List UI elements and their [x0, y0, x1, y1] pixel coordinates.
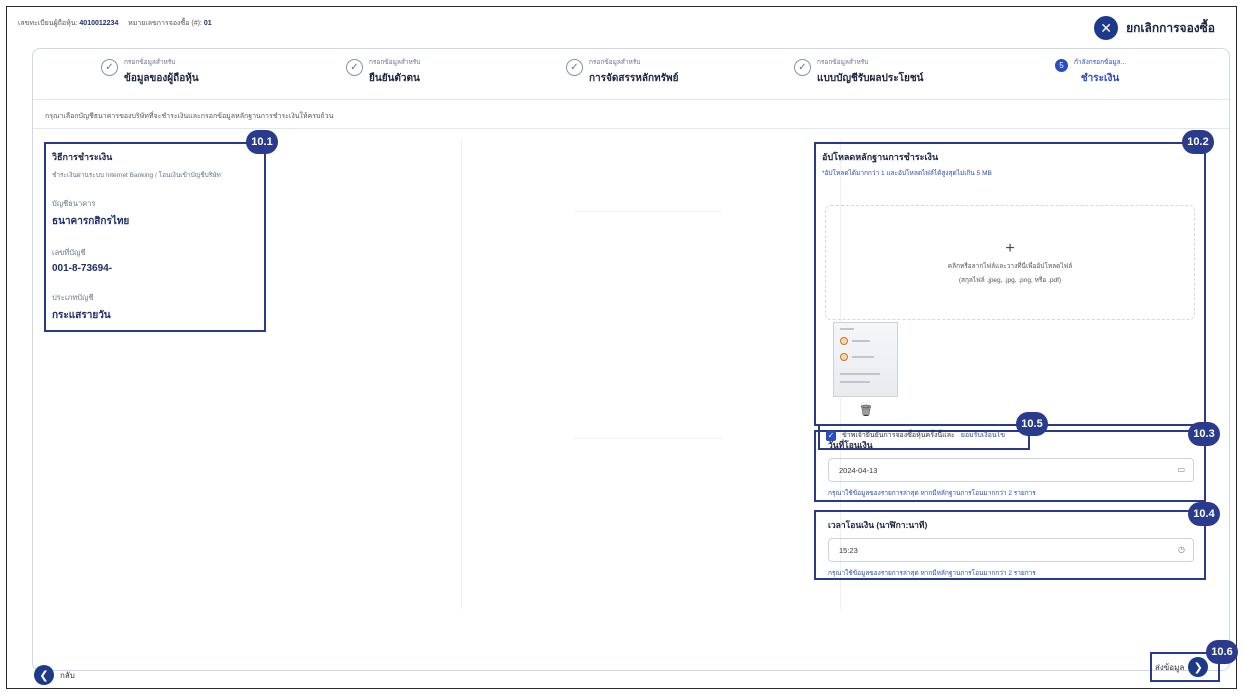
step-title: แบบบัญชีรับผลประโยชน์	[817, 73, 924, 84]
annotation-badge: 10.1	[246, 130, 278, 154]
holder-id-value: 4010012234	[79, 20, 119, 27]
account-number-label: เลขที่บัญชี	[52, 248, 86, 257]
check-circle-icon: ✓	[101, 59, 118, 76]
close-icon: ✕	[1094, 16, 1119, 40]
transfer-time-help: กรุณาใช้ข้อมูลของรายการล่าสุด หากมีหลักฐ…	[828, 570, 1036, 577]
transfer-date-value: 2024-04-13	[839, 465, 878, 475]
thumbnail-line	[852, 340, 870, 342]
clock-icon[interactable]: ◷	[1178, 545, 1185, 554]
payment-method-title: วิธีการชำระเงิน	[52, 152, 113, 162]
step-title: ข้อมูลของผู้ถือหุ้น	[124, 73, 199, 84]
check-circle-icon: ✓	[794, 59, 811, 76]
upload-hint: *อัปโหลดได้มากกว่า 1 และอัปโหลดไฟล์ได้สู…	[822, 170, 992, 177]
step-caption: กำลังกรอกข้อมูล...	[1074, 59, 1127, 66]
chevron-left-icon: ❮	[34, 665, 54, 685]
stepper: ✓ กรอกข้อมูลสำหรับ ข้อมูลของผู้ถือหุ้น ✓…	[33, 49, 1229, 100]
step-title: ยืนยันตัวตน	[369, 73, 420, 84]
annotation-badge: 10.3	[1188, 422, 1220, 446]
consent-checkbox[interactable]: ✓	[826, 430, 836, 441]
transfer-date-help: กรุณาใช้ข้อมูลของรายการล่าสุด หากมีหลักฐ…	[828, 490, 1036, 497]
annotation-badge: 10.2	[1182, 130, 1214, 154]
thumbnail-line	[840, 328, 854, 330]
booking-header-info: เลขทะเบียนผู้ถือหุ้น: 4010012234 หมายเลข…	[18, 18, 212, 29]
plus-icon: +	[1005, 239, 1015, 257]
account-type-value: กระแสรายวัน	[52, 310, 111, 321]
step-allocation[interactable]: ✓ กรอกข้อมูลสำหรับ การจัดสรรหลักทรัพย์	[566, 57, 678, 86]
step-payment[interactable]: 5 กำลังกรอกข้อมูล... ชำระเงิน	[1055, 57, 1126, 86]
file-dropzone[interactable]: + คลิกหรือลากไฟล์และวางที่นี่เพื่ออัปโหล…	[825, 205, 1195, 320]
payment-method-panel: วิธีการชำระเงิน ชำระเงินผ่านระบบ Interne…	[44, 142, 266, 332]
step-identity[interactable]: ✓ กรอกข้อมูลสำหรับ ยืนยันตัวตน	[346, 57, 420, 86]
uploaded-file-thumbnail[interactable]	[833, 322, 898, 397]
holder-id-label: เลขทะเบียนผู้ถือหุ้น:	[18, 20, 78, 27]
thumbnail-icon	[840, 337, 848, 345]
thumbnail-line	[840, 381, 870, 383]
upload-title: อัปโหลดหลักฐานการชำระเงิน	[822, 152, 939, 162]
calendar-icon[interactable]: ▭	[1177, 465, 1185, 474]
thumbnail-line	[852, 356, 874, 358]
annotation-badge: 10.6	[1206, 640, 1238, 664]
consent-checkbox-row[interactable]: ✓ ข้าพเจ้ายืนยันการจองซื้อหุ้นครั้งนี้แล…	[826, 430, 1005, 441]
step-caption: กรอกข้อมูลสำหรับ	[124, 59, 176, 66]
back-button[interactable]: ❮ กลับ	[34, 665, 75, 685]
transfer-date-input[interactable]: 2024-04-13 ▭	[828, 458, 1194, 482]
step-title: ชำระเงิน	[1080, 73, 1120, 84]
consent-text: ข้าพเจ้ายืนยันการจองซื้อหุ้นครั้งนี้และ	[842, 432, 955, 439]
dropzone-file-types: (สกุลไฟล์ .jpeg, .jpg, .png, หรือ .pdf)	[958, 276, 1062, 284]
terms-link[interactable]: ยอมรับเงื่อนไข	[961, 430, 1005, 441]
check-circle-icon: ✓	[346, 59, 363, 76]
divider	[574, 438, 722, 439]
transfer-time-value: 15:23	[839, 545, 858, 555]
transfer-time-panel: เวลาโอนเงิน (นาฬิกา:นาที) 15:23 ◷ กรุณาใ…	[814, 510, 1206, 580]
dropzone-instruction: คลิกหรือลากไฟล์และวางที่นี่เพื่ออัปโหลดไ…	[947, 262, 1073, 270]
account-number-value: 001-8-73694-	[52, 263, 113, 274]
step-shareholder-info[interactable]: ✓ กรอกข้อมูลสำหรับ ข้อมูลของผู้ถือหุ้น	[101, 57, 199, 86]
step-caption: กรอกข้อมูลสำหรับ	[369, 59, 421, 66]
submit-button[interactable]: ส่งข้อมูล ❯	[1155, 657, 1209, 677]
step-title: การจัดสรรหลักทรัพย์	[589, 73, 679, 84]
trash-icon[interactable]: 🗑	[859, 404, 873, 417]
submit-label: ส่งข้อมูล	[1155, 662, 1185, 672]
annotation-badge: 10.5	[1016, 412, 1048, 436]
payment-method-desc: ชำระเงินผ่านระบบ Internet Banking / โอนเ…	[52, 172, 221, 179]
bank-logo-placeholder	[461, 139, 841, 609]
transfer-time-label: เวลาโอนเงิน (นาฬิกา:นาที)	[828, 520, 928, 530]
step-caption: กรอกข้อมูลสำหรับ	[817, 59, 869, 66]
thumbnail-line	[840, 373, 880, 375]
step-caption: กรอกข้อมูลสำหรับ	[589, 59, 641, 66]
back-label: กลับ	[60, 670, 75, 680]
cancel-booking-label: ยกเลิกการจองซื้อ	[1126, 20, 1215, 35]
form-instruction: กรุณาเลือกบัญชีธนาคารของบริษัทที่จะชำระเ…	[45, 113, 334, 120]
cancel-booking-button[interactable]: ✕ ยกเลิกการจองซื้อ	[1094, 16, 1215, 40]
step-number-badge: 5	[1055, 59, 1068, 72]
account-type-label: ประเภทบัญชี	[52, 293, 94, 302]
booking-no-label: หมายเลขการจองซื้อ (#):	[128, 20, 202, 27]
step-beneficiary-account[interactable]: ✓ กรอกข้อมูลสำหรับ แบบบัญชีรับผลประโยชน์	[794, 57, 923, 86]
check-circle-icon: ✓	[566, 59, 583, 76]
annotation-badge: 10.4	[1188, 502, 1220, 526]
divider	[33, 128, 1229, 129]
booking-no-value: 01	[203, 20, 212, 27]
thumbnail-icon	[840, 353, 848, 361]
transfer-time-input[interactable]: 15:23 ◷	[828, 538, 1194, 562]
chevron-right-icon: ❯	[1188, 657, 1209, 677]
bank-label: บัญชีธนาคาร	[52, 199, 96, 208]
bank-value: ธนาคารกสิกรไทย	[52, 216, 130, 227]
divider	[574, 211, 722, 212]
